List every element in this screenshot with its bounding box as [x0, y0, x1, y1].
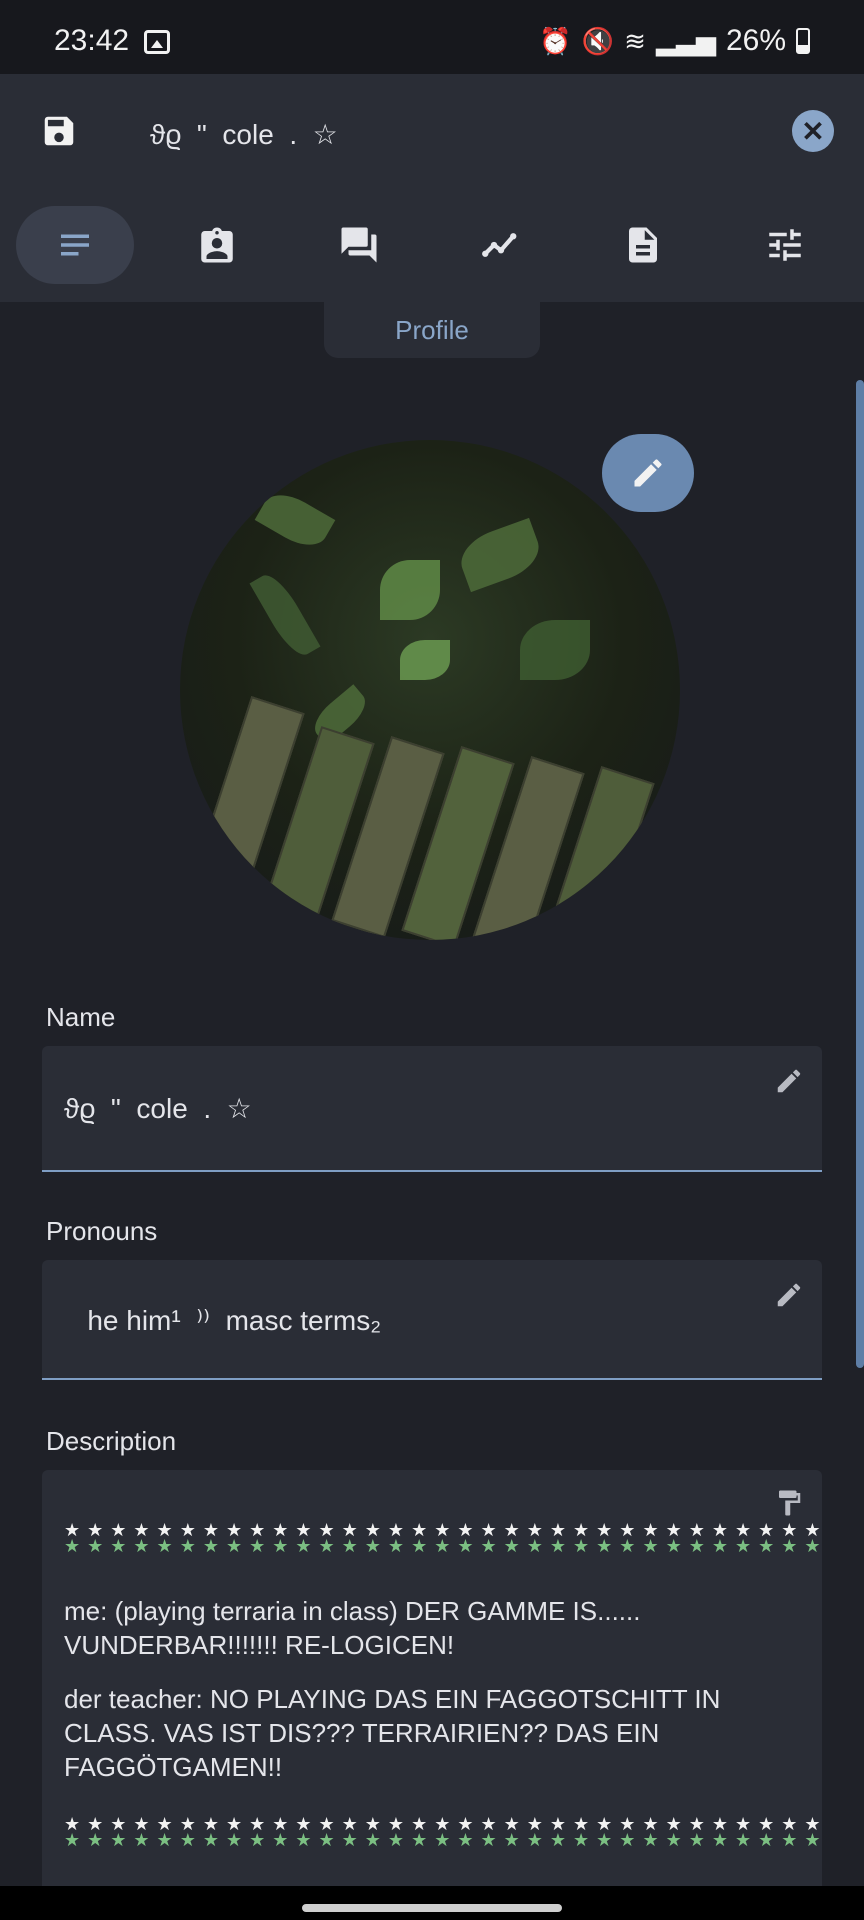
description-label: Description [46, 1426, 177, 1456]
tab-profile[interactable] [16, 206, 134, 284]
chat-icon [341, 227, 377, 263]
gallery-icon [144, 30, 170, 54]
status-icons: ⏰ 🔇 ≋ ▂▃▅ 26% [539, 24, 810, 58]
tab-stats[interactable] [442, 206, 560, 284]
badge-icon [201, 227, 233, 263]
description-paragraph-1: me: (playing terraria in class) DER GAMM… [64, 1596, 641, 1660]
wifi-icon: ≋ [624, 25, 646, 56]
stars-divider-bottom: ★ ★ ★ ★ ★ ★ ★ ★ ★ ★ ★ ★ ★ ★ ★ ★ ★ ★ ★ ★ … [64, 1814, 822, 1850]
notes-icon [61, 234, 89, 256]
sliders-icon [769, 229, 801, 261]
scrollbar[interactable] [856, 380, 864, 1368]
close-icon: ✕ [801, 115, 825, 147]
close-button[interactable]: ✕ [792, 110, 834, 152]
name-value: ϑϱ " cole . ☆ [64, 1093, 252, 1124]
name-label: Name [46, 1002, 116, 1032]
tab-chat[interactable] [300, 206, 418, 284]
edit-pronouns-icon[interactable] [774, 1280, 804, 1310]
mute-icon: 🔇 [581, 25, 615, 56]
tab-bar [0, 192, 864, 302]
avatar-image[interactable] [180, 440, 680, 940]
alarm-icon: ⏰ [539, 25, 572, 56]
signal-icon: ▂▃▅ [655, 25, 716, 56]
description-field[interactable]: ★ ★ ★ ★ ★ ★ ★ ★ ★ ★ ★ ★ ★ ★ ★ ★ ★ ★ ★ ★ … [42, 1470, 822, 1900]
tab-id[interactable] [158, 206, 276, 284]
battery-percent: 26% [725, 24, 786, 57]
status-time: 23:42 [54, 24, 130, 57]
pencil-icon [634, 459, 662, 487]
document-icon [629, 227, 657, 263]
tab-document[interactable] [584, 206, 702, 284]
status-bar: 23:42 ⏰ 🔇 ≋ ▂▃▅ 26% [0, 0, 864, 74]
system-nav-bar [0, 1886, 864, 1920]
pronouns-value: he him¹ ⁾⁾ masc terms₂ [64, 1305, 382, 1336]
paint-roller-icon[interactable] [774, 1486, 804, 1520]
battery-icon [796, 28, 810, 54]
stars-divider-top: ★ ★ ★ ★ ★ ★ ★ ★ ★ ★ ★ ★ ★ ★ ★ ★ ★ ★ ★ ★ … [64, 1520, 822, 1556]
trend-icon [482, 233, 517, 257]
header-title: ϑϱ " cole . ☆ [150, 119, 338, 150]
pronouns-label: Pronouns [46, 1216, 158, 1246]
pronouns-field[interactable]: he him¹ ⁾⁾ masc terms₂ [42, 1260, 822, 1380]
save-icon[interactable] [40, 112, 78, 150]
app-header: ϑϱ " cole . ☆ ✕ [0, 74, 864, 192]
tab-tooltip: Profile [324, 302, 540, 358]
home-gesture-pill[interactable] [302, 1904, 562, 1912]
tab-settings[interactable] [726, 206, 844, 284]
edit-avatar-button[interactable] [602, 434, 694, 512]
edit-name-icon[interactable] [774, 1066, 804, 1096]
description-paragraph-2: der teacher: NO PLAYING DAS EIN FAGGOTSC… [64, 1684, 721, 1782]
name-field[interactable]: ϑϱ " cole . ☆ [42, 1046, 822, 1172]
